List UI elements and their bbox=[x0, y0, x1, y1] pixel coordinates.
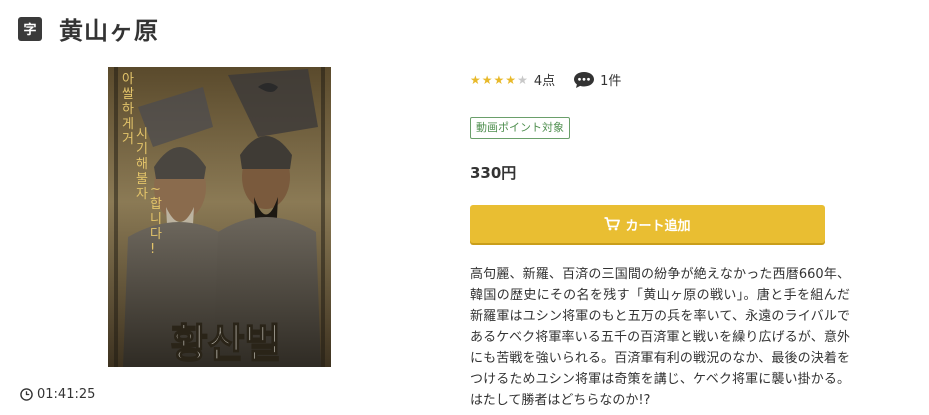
poster-image[interactable]: 아 쌀 하 게 거 시 기 해 불 자 ~ 합 니 다! 황산벌 bbox=[108, 67, 331, 367]
duration: 01:41:25 bbox=[20, 387, 95, 402]
add-to-cart-button[interactable]: カート追加 bbox=[470, 205, 825, 243]
rating-score: 4点 bbox=[533, 74, 556, 89]
product-page: 字 黄山ヶ原 아 쌀 하 게 거 시 기 해 불 자 ~ 합 니 다 ! 황산벌… bbox=[0, 0, 929, 415]
star-icon: ★ bbox=[493, 72, 505, 87]
star-icon: ★ bbox=[517, 72, 528, 87]
review-count[interactable]: 1件 bbox=[600, 70, 621, 89]
point-eligible-badge: 動画ポイント対象 bbox=[470, 117, 570, 139]
cart-icon bbox=[604, 217, 621, 231]
add-to-cart-label: カート追加 bbox=[625, 218, 691, 234]
comment-icon[interactable] bbox=[573, 71, 595, 89]
rating-row: ★ ★ ★ ★ ★ 4点 1件 bbox=[470, 70, 621, 89]
page-title: 黄山ヶ原 bbox=[59, 17, 159, 45]
star-icon: ★ bbox=[505, 72, 517, 87]
synopsis: 高句麗、新羅、百済の三国間の紛争が絶えなかった西暦660年、韓国の歴史にその名を… bbox=[470, 267, 850, 408]
header: 字 黄山ヶ原 bbox=[18, 11, 159, 46]
poster-title: 황산벌 bbox=[171, 321, 281, 367]
star-icon: ★ bbox=[481, 72, 493, 87]
duration-text: 01:41:25 bbox=[37, 387, 96, 402]
clock-icon bbox=[20, 388, 33, 401]
price: 330円 bbox=[470, 164, 517, 182]
poster-art: 아 쌀 하 게 거 시 기 해 불 자 ~ 합 니 다! 황산벌 bbox=[108, 67, 331, 367]
star-icon: ★ bbox=[470, 72, 481, 87]
star-rating: ★ ★ ★ ★ ★ bbox=[470, 73, 529, 87]
subtitle-badge: 字 bbox=[18, 16, 42, 41]
